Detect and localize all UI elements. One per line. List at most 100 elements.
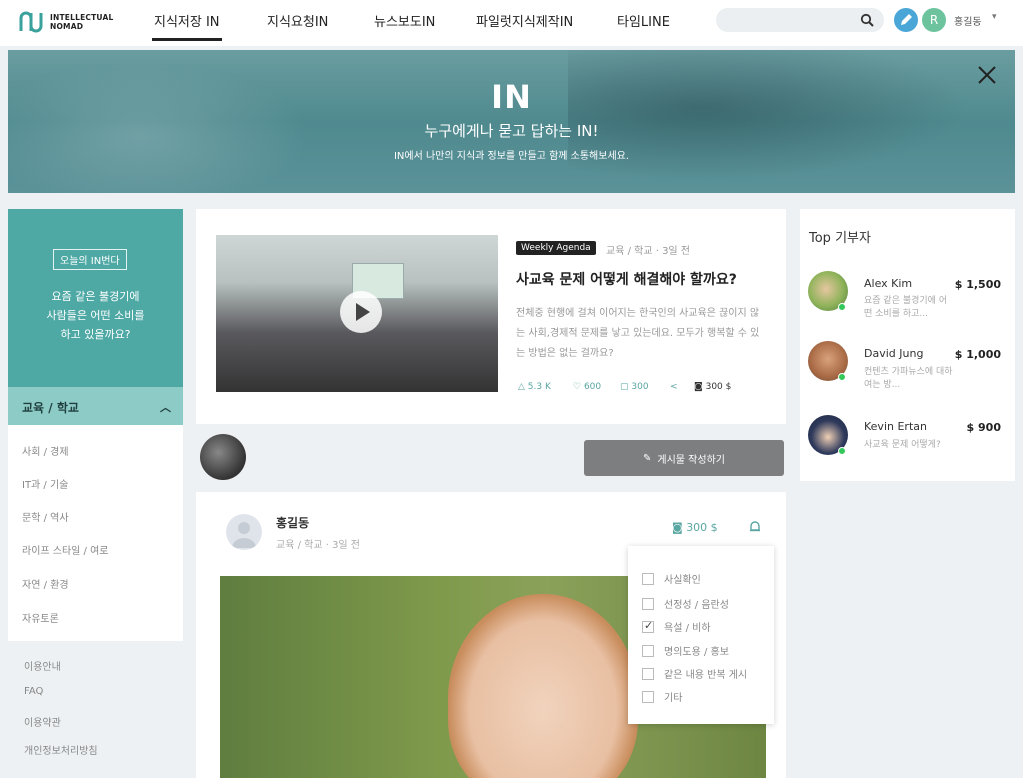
hero-subtitle: IN에서 나만의 지식과 정보를 만들고 함께 소통해보세요. xyxy=(393,151,630,162)
bell-icon[interactable] xyxy=(748,520,762,534)
online-indicator xyxy=(838,373,846,381)
report-menu: 사실확인 선정성 / 음란성 욕설 / 비하 명의도용 / 홍보 같은 내용 반… xyxy=(628,546,774,724)
comment-icon: ▢ xyxy=(620,382,629,392)
checkbox[interactable] xyxy=(642,667,654,680)
category-active[interactable]: 교육 / 학교 ︿ xyxy=(8,387,183,425)
donor-message: 요즘 같은 불경기에 어떤 소비를 하고... xyxy=(864,296,948,319)
category-list: 사회 / 경제 IT과 / 기술 문학 / 역사 라이프 스타일 / 여로 자연… xyxy=(8,425,183,641)
featured-description: 전체중 현행에 걸쳐 이어지는 한국인의 사교육은 끊이지 않는 사회,경제적 … xyxy=(516,308,760,359)
pencil-icon: ✎ xyxy=(643,452,652,464)
brand-logo[interactable]: INTELLECTUAL NOMAD xyxy=(18,9,113,35)
chevron-up-icon[interactable]: ︿ xyxy=(160,399,171,415)
checkbox[interactable] xyxy=(642,690,654,703)
search-input[interactable] xyxy=(716,8,884,32)
category-item[interactable]: IT과 / 기술 xyxy=(22,476,68,491)
share-icon[interactable]: < xyxy=(670,382,678,392)
likes-count: 600 xyxy=(583,382,602,392)
nav-news-report[interactable]: 뉴스보도IN xyxy=(374,11,435,30)
views-icon: △ xyxy=(518,382,525,392)
coins-icon: ◙ xyxy=(672,521,683,534)
today-question-box[interactable]: 오늘의 IN번다 요즘 같은 불경기에 사람들은 어떤 소비를 하고 있을까요? xyxy=(8,209,183,387)
checkbox[interactable] xyxy=(642,572,654,585)
report-option[interactable]: 욕설 / 비하 xyxy=(642,619,711,634)
report-option[interactable]: 선정성 / 음란성 xyxy=(642,596,729,611)
write-pencil-button[interactable] xyxy=(894,8,918,32)
category-active-label: 교육 / 학교 xyxy=(22,401,79,415)
footer-link-guide[interactable]: 이용안내 xyxy=(24,658,61,673)
checkbox-checked[interactable] xyxy=(642,619,654,633)
top-donors-panel: Top 기부자 Alex Kim $ 1,500 요즘 같은 불경기에 어떤 소… xyxy=(800,209,1015,481)
coins-icon: ◙ xyxy=(694,382,703,392)
category-item[interactable]: 라이프 스타일 / 여로 xyxy=(22,542,109,557)
nav-timeline[interactable]: 타임LINE xyxy=(617,11,670,30)
donor-message: 컨텐츠 가파뉴스에 대하여는 방... xyxy=(864,367,953,390)
donor-name[interactable]: Alex Kim xyxy=(864,277,912,290)
today-question-line: 요즘 같은 불경기에 xyxy=(51,290,140,303)
write-post-label: 게시물 작성하기 xyxy=(657,454,725,466)
write-post-button[interactable]: ✎ 게시물 작성하기 xyxy=(584,440,784,476)
post-author-avatar[interactable] xyxy=(226,514,262,550)
chevron-down-icon[interactable]: ▾ xyxy=(992,12,997,22)
featured-card[interactable]: Weekly Agenda 교육 / 학교 · 3일 전 사교육 문제 어떻게 … xyxy=(196,209,786,424)
donor-name[interactable]: Kevin Ertan xyxy=(864,420,927,433)
report-option-label: 기타 xyxy=(664,693,683,704)
my-avatar[interactable] xyxy=(200,434,246,480)
report-option[interactable]: 기타 xyxy=(642,689,682,704)
user-name[interactable]: 홍길동 xyxy=(954,13,982,28)
post-image-subject xyxy=(448,594,638,778)
featured-video[interactable] xyxy=(216,235,498,392)
user-avatar[interactable]: R xyxy=(922,8,946,32)
report-option[interactable]: 같은 내용 반복 게시 xyxy=(642,666,747,681)
today-question-line: 사람들은 어떤 소비를 xyxy=(46,309,145,322)
nav-pilot-production[interactable]: 파일럿지식제작IN xyxy=(476,11,573,30)
brand-line2: NOMAD xyxy=(50,22,84,31)
category-item[interactable]: 문학 / 역사 xyxy=(22,509,69,524)
points-count: 300 $ xyxy=(705,382,732,392)
today-question: 요즘 같은 불경기에 사람들은 어떤 소비를 하고 있을까요? xyxy=(8,287,183,344)
category-item[interactable]: 자유토론 xyxy=(22,610,59,625)
footer-link-faq[interactable]: FAQ xyxy=(24,686,43,697)
report-option[interactable]: 명의도용 / 홍보 xyxy=(642,643,729,658)
category-item[interactable]: 자연 / 환경 xyxy=(22,576,69,591)
close-icon[interactable] xyxy=(976,64,998,86)
donor-amount: $ 1,500 xyxy=(954,278,1001,291)
points-stat: ◙ 300 $ xyxy=(694,382,731,392)
hero-banner: IN 누구에게나 묻고 답하는 IN! IN에서 나만의 지식과 정보를 만들고… xyxy=(8,50,1015,193)
online-indicator xyxy=(838,447,846,455)
checkbox[interactable] xyxy=(642,597,654,610)
footer-link-privacy[interactable]: 개인정보처리방침 xyxy=(24,742,98,757)
weekly-agenda-tag: Weekly Agenda xyxy=(516,241,596,255)
report-option-label: 사실확인 xyxy=(664,575,701,586)
post-points-value: 300 $ xyxy=(686,521,718,534)
category-item[interactable]: 사회 / 경제 xyxy=(22,443,69,458)
featured-meta: 교육 / 학교 · 3일 전 xyxy=(606,246,691,257)
heart-icon: ♡ xyxy=(573,382,582,392)
user-icon xyxy=(232,522,256,548)
donor-name[interactable]: David Jung xyxy=(864,347,923,360)
top-nav: INTELLECTUAL NOMAD 지식저장 IN 지식요청IN 뉴스보도IN… xyxy=(0,0,1023,46)
checkbox[interactable] xyxy=(642,644,654,657)
post-author-name[interactable]: 홍길동 xyxy=(276,514,309,531)
report-option-label: 같은 내용 반복 게시 xyxy=(664,670,748,681)
footer-link-terms[interactable]: 이용약관 xyxy=(24,714,61,729)
hero-logo: IN xyxy=(491,78,532,116)
views-stat: △ 5.3 K xyxy=(518,382,551,392)
nav-knowledge-store[interactable]: 지식저장 IN xyxy=(152,11,222,41)
play-icon[interactable] xyxy=(340,291,382,333)
today-badge: 오늘의 IN번다 xyxy=(53,249,127,270)
likes-stat[interactable]: ♡ 600 xyxy=(573,382,601,392)
donor-amount: $ 900 xyxy=(966,421,1001,434)
views-count: 5.3 K xyxy=(527,382,551,392)
report-option-label: 욕설 / 비하 xyxy=(664,623,711,634)
today-question-line: 하고 있을까요? xyxy=(60,328,131,341)
brand-line1: INTELLECTUAL xyxy=(50,13,114,22)
report-option-label: 명의도용 / 홍보 xyxy=(664,647,729,658)
nav-knowledge-request[interactable]: 지식요청IN xyxy=(267,11,328,30)
logo-icon xyxy=(19,11,43,33)
comments-stat[interactable]: ▢ 300 xyxy=(620,382,649,392)
hero-title: 누구에게나 묻고 답하는 IN! xyxy=(424,122,599,140)
search-icon[interactable] xyxy=(860,13,874,27)
featured-title[interactable]: 사교육 문제 어떻게 해결해야 할까요? xyxy=(516,269,737,289)
report-option[interactable]: 사실확인 xyxy=(642,571,701,586)
top-donors-title: Top 기부자 xyxy=(809,231,871,246)
